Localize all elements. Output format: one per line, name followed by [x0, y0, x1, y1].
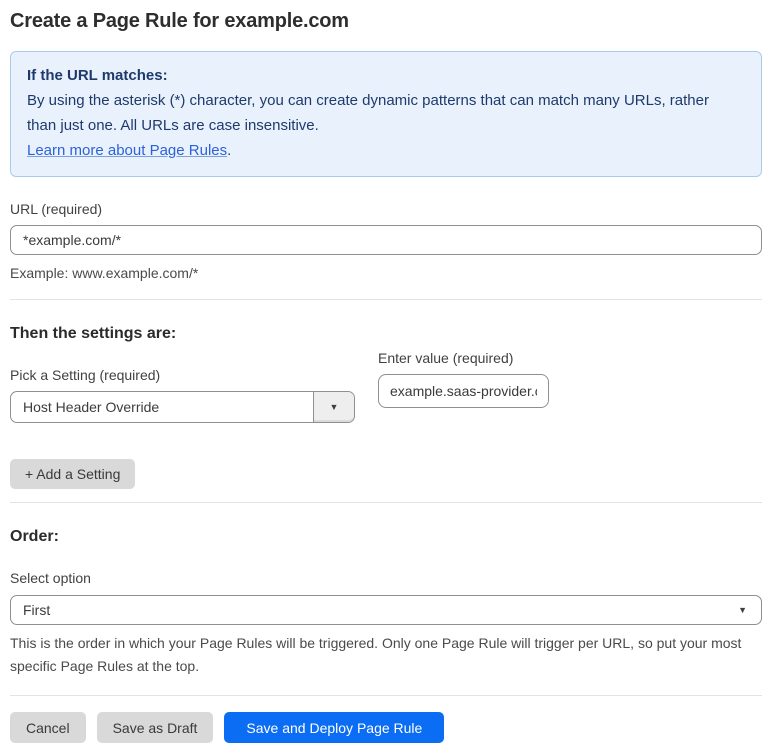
page-title: Create a Page Rule for example.com — [10, 10, 349, 32]
setting-select-value: Host Header Override — [23, 399, 160, 415]
order-select[interactable]: First ▼ — [10, 595, 762, 625]
info-box-body: By using the asterisk (*) character, you… — [27, 88, 717, 163]
divider — [10, 695, 762, 696]
chevron-down-icon: ▼ — [329, 401, 339, 412]
add-setting-button[interactable]: + Add a Setting — [10, 459, 136, 489]
chevron-down-icon: ▼ — [738, 604, 747, 615]
select-option-label: Select option — [10, 570, 91, 586]
info-box-heading: If the URL matches: — [27, 67, 168, 84]
url-input[interactable] — [10, 225, 762, 255]
link-period: . — [227, 142, 232, 159]
info-box: If the URL matches: By using the asteris… — [10, 51, 762, 177]
learn-more-link[interactable]: Learn more about Page Rules — [27, 142, 227, 159]
enter-value-label: Enter value (required) — [378, 350, 514, 366]
url-hint: Example: www.example.com/* — [10, 265, 199, 281]
info-box-body-text: By using the asterisk (*) character, you… — [27, 92, 709, 134]
setting-select[interactable]: Host Header Override ▼ — [10, 391, 355, 423]
order-hint: This is the order in which your Page Rul… — [10, 635, 742, 674]
setting-value-input[interactable] — [378, 374, 549, 408]
page-rule-form: Create a Page Rule for example.com If th… — [0, 10, 772, 743]
order-heading: Order: — [10, 528, 59, 545]
form-actions: Cancel Save as Draft Save and Deploy Pag… — [10, 712, 762, 743]
order-select-value: First — [23, 602, 51, 618]
save-and-deploy-button[interactable]: Save and Deploy Page Rule — [224, 712, 445, 743]
settings-heading: Then the settings are: — [10, 325, 177, 342]
divider — [10, 502, 762, 503]
pick-setting-column: Pick a Setting (required) Host Header Ov… — [10, 343, 355, 423]
pick-setting-label: Pick a Setting (required) — [10, 367, 161, 383]
settings-row: Pick a Setting (required) Host Header Ov… — [10, 343, 762, 423]
divider — [10, 299, 762, 300]
enter-value-column: Enter value (required) — [378, 343, 549, 408]
url-label: URL (required) — [10, 201, 103, 217]
setting-select-arrow-button[interactable]: ▼ — [313, 392, 354, 422]
cancel-button[interactable]: Cancel — [10, 712, 86, 743]
save-as-draft-button[interactable]: Save as Draft — [96, 712, 214, 743]
